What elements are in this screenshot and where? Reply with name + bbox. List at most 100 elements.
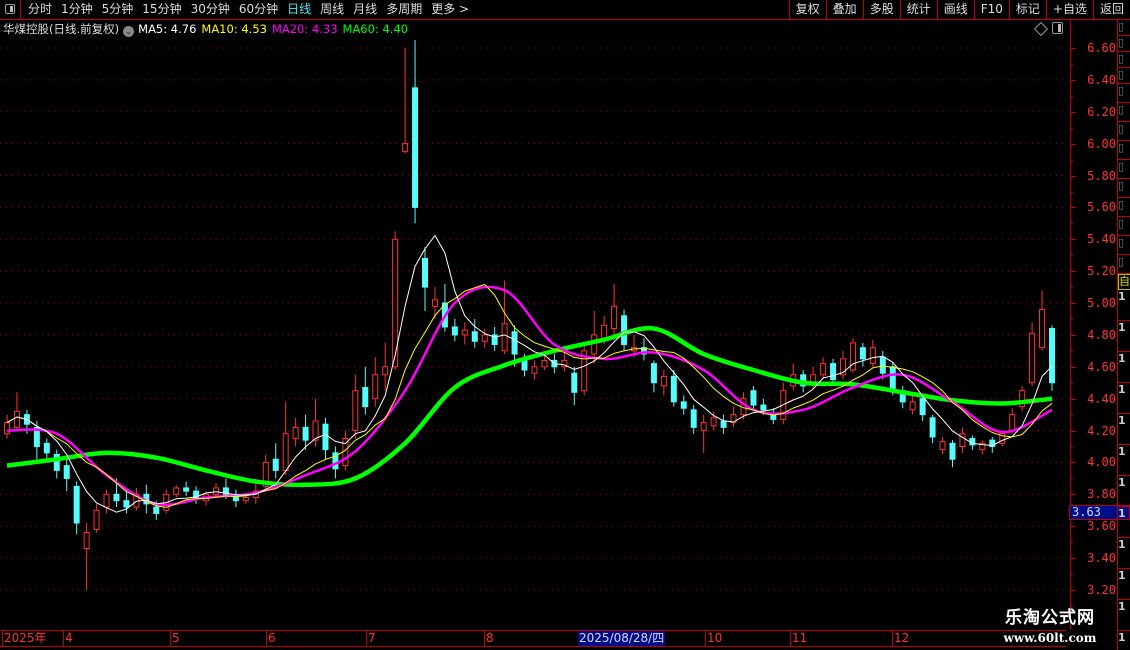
side-cell: ▯: [1118, 255, 1130, 274]
candle-body: [521, 359, 528, 371]
month-label: 4: [63, 631, 73, 646]
candle: [412, 40, 419, 224]
y-minor-tick: [1070, 350, 1073, 352]
y-tick-label: 6.20: [1087, 104, 1116, 119]
candle-body: [531, 366, 538, 374]
y-minor-tick: [1070, 478, 1073, 480]
candle: [1049, 325, 1055, 391]
side-digit: 1: [1118, 383, 1130, 414]
candle-body: [451, 326, 458, 336]
month-label: 5: [170, 631, 180, 646]
candle: [193, 486, 200, 504]
auto-label[interactable]: 自: [1118, 274, 1130, 290]
side-digit: 1: [1118, 507, 1130, 538]
candle-body: [541, 359, 548, 368]
tool-button-8[interactable]: 返回: [1092, 0, 1130, 19]
candle-body: [720, 420, 727, 428]
y-minor-tick: [1070, 191, 1073, 193]
candle-body: [680, 401, 687, 409]
candle-body: [929, 417, 936, 438]
month-label: 6: [266, 631, 276, 646]
month-label: 12: [892, 631, 910, 646]
candle: [451, 318, 458, 342]
candle: [232, 489, 239, 508]
candle-body: [621, 315, 628, 345]
candle: [491, 326, 498, 351]
side-cell: ▯: [1118, 141, 1130, 160]
y-tick-label: 3.60: [1087, 519, 1116, 534]
y-minor-tick: [1070, 542, 1073, 544]
y-minor-tick: [1070, 223, 1073, 225]
candle-body: [73, 485, 80, 524]
side-cell: ▯: [1118, 198, 1130, 217]
candle: [790, 363, 797, 391]
candle-body: [611, 305, 618, 330]
candle-body: [889, 366, 896, 390]
y-minor-tick: [1070, 446, 1073, 448]
watermark-url: www.60lt.com: [1003, 631, 1097, 645]
side-digit: 1: [1118, 538, 1130, 569]
candle-body: [859, 347, 866, 360]
candle-body: [183, 487, 190, 492]
y-tick-label: 4.20: [1087, 423, 1116, 438]
candle-body: [282, 433, 289, 471]
side-cell: ▯: [1118, 68, 1130, 84]
candle-body: [292, 426, 299, 440]
y-tick-label: 6.40: [1087, 72, 1116, 87]
candle: [262, 454, 269, 492]
candle-body: [939, 441, 946, 451]
candle: [1029, 322, 1036, 386]
y-tick-label: 4.80: [1087, 327, 1116, 342]
y-minor-tick: [1070, 159, 1073, 161]
candle: [859, 342, 866, 367]
side-digit: 1: [1118, 414, 1130, 445]
side-digit: 1: [1118, 600, 1130, 631]
candle-body: [601, 324, 608, 339]
candle: [670, 369, 677, 407]
candle: [4, 414, 10, 439]
y-tick-label: 4.40: [1087, 391, 1116, 406]
side-cell: ▯: [1118, 20, 1130, 36]
side-cell: ▯: [1118, 52, 1130, 68]
candle-body: [571, 372, 578, 393]
candle-body: [431, 299, 438, 307]
y-tick: [1070, 430, 1076, 432]
kline-chart[interactable]: [0, 0, 1068, 630]
candle: [292, 417, 299, 447]
candle-body: [511, 331, 518, 355]
candle: [919, 395, 926, 421]
candle-body: [650, 363, 657, 384]
candle: [402, 48, 409, 154]
candle: [680, 395, 687, 415]
candle-body: [909, 401, 916, 411]
y-tick: [1070, 558, 1076, 560]
side-cell: ▯: [1118, 217, 1130, 236]
candle: [611, 283, 618, 335]
side-digit: 1: [1118, 476, 1130, 507]
candle: [441, 283, 448, 332]
side-cell: ▯: [1118, 236, 1130, 255]
candle: [571, 366, 578, 406]
candle: [899, 385, 906, 409]
y-tick: [1070, 366, 1076, 368]
candle-body: [700, 422, 707, 432]
candle-body: [481, 334, 488, 342]
y-tick: [1070, 398, 1076, 400]
candle: [979, 440, 986, 455]
candle-body: [402, 143, 409, 153]
candle-body: [242, 497, 249, 502]
y-tick-label: 4.60: [1087, 359, 1116, 374]
y-minor-tick: [1070, 127, 1073, 129]
candle-body: [272, 458, 279, 471]
candle-body: [501, 323, 508, 352]
candle-body: [869, 347, 876, 365]
candle: [561, 350, 568, 372]
candle: [382, 342, 389, 391]
candle: [133, 487, 140, 511]
candle: [849, 338, 856, 374]
side-cell: ▯: [1118, 160, 1130, 179]
y-tick: [1070, 589, 1076, 591]
candle-body: [1029, 332, 1036, 384]
side-cell: ▯: [1118, 122, 1130, 141]
candle: [173, 484, 180, 498]
